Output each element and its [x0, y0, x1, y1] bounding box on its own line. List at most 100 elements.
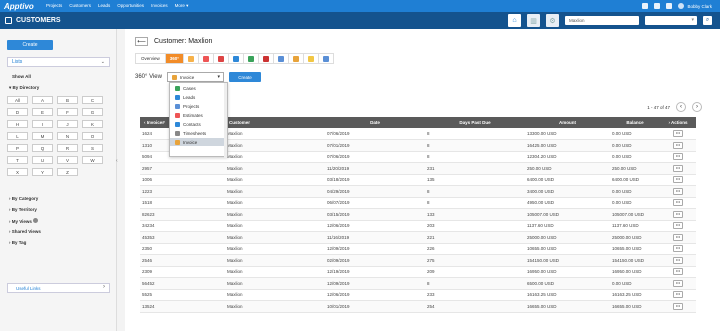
next-page-icon[interactable]: › [692, 102, 702, 112]
topnav-customers[interactable]: Customers [69, 3, 91, 9]
cell-invoice[interactable]: 34234 [140, 220, 225, 232]
col-balance[interactable]: Balance [610, 117, 660, 128]
letter-s[interactable]: S [82, 144, 103, 152]
row-actions-icon[interactable]: ••• [673, 210, 683, 218]
by-tag-toggle[interactable]: › By Tag [9, 240, 26, 245]
cell-invoice[interactable]: 1223 [140, 185, 225, 198]
dropdown-item-projects[interactable]: Projects [170, 102, 227, 110]
table-row[interactable]: 56452 Maxlion 12/09/2019 8 6500.00 USD 0.00 U… [140, 277, 696, 290]
calendar-icon[interactable] [654, 3, 661, 9]
shared-views-toggle[interactable]: › Shared Views [9, 229, 41, 234]
letter-y[interactable]: Y [32, 168, 53, 176]
create-button[interactable]: Create [7, 40, 53, 50]
cell-invoice[interactable]: 2309 [140, 266, 225, 278]
my-views-toggle[interactable]: › My Views [9, 218, 39, 224]
letter-u[interactable]: U [32, 156, 53, 164]
cell-invoice[interactable]: 13524 [140, 300, 225, 313]
tab-cases[interactable] [183, 53, 199, 64]
back-arrow-icon[interactable]: ⟵ [135, 37, 148, 46]
reports-icon[interactable]: ▥ [527, 14, 540, 27]
by-category-toggle[interactable]: › By Category [9, 196, 38, 201]
row-actions-icon[interactable]: ••• [673, 222, 683, 230]
row-actions-icon[interactable]: ••• [673, 199, 683, 207]
col-date[interactable]: Date [325, 117, 425, 128]
app-logo[interactable]: Apptivo [4, 2, 42, 11]
row-actions-icon[interactable]: ••• [673, 302, 683, 310]
tab-360[interactable]: 360° [164, 53, 184, 64]
table-row[interactable]: 1006 Maxlion 03/18/2019 135 6400.00 USD 6400.… [140, 174, 696, 186]
dropdown-item-estimates[interactable]: Estimates [170, 111, 227, 119]
tab-notes[interactable] [303, 53, 319, 64]
notification-icon[interactable] [666, 3, 673, 9]
letter-x[interactable]: X [7, 168, 28, 176]
tab-invoices[interactable] [198, 53, 214, 64]
lists-dropdown[interactable]: Lists ⌄ [7, 57, 110, 67]
col-amount[interactable]: Amount [525, 117, 610, 128]
letter-r[interactable]: R [57, 144, 78, 152]
letter-p[interactable]: P [7, 144, 28, 152]
letter-c[interactable]: C [82, 96, 103, 104]
row-actions-icon[interactable]: ••• [673, 153, 683, 161]
table-row[interactable]: 1223 Maxlion 04/29/2019 8 3400.00 USD 0.00 US… [140, 185, 696, 198]
topnav-projects[interactable]: Projects [46, 3, 62, 9]
home-icon[interactable]: ⌂ [508, 14, 521, 27]
table-row[interactable]: 45353 Maxlion 11/16/2019 221 25000.00 USD 250… [140, 231, 696, 244]
letter-f[interactable]: F [57, 108, 78, 116]
table-row[interactable]: 2546 Maxlion 02/09/2019 275 154150.00 USD 154… [140, 254, 696, 267]
letter-q[interactable]: Q [32, 144, 53, 152]
store-icon[interactable] [642, 3, 649, 9]
tab-events[interactable] [243, 53, 259, 64]
row-actions-icon[interactable]: ••• [673, 164, 683, 172]
table-row[interactable]: 34234 Maxlion 12/06/2019 203 1137.60 USD 1137… [140, 220, 696, 232]
useful-links[interactable]: Useful Links [7, 283, 110, 293]
tab-documents[interactable] [288, 53, 304, 64]
search-input[interactable]: Maxlion [565, 16, 639, 25]
cell-invoice[interactable]: 56452 [140, 277, 225, 290]
row-actions-icon[interactable]: ••• [673, 291, 683, 299]
view-select[interactable]: Invoice [166, 72, 224, 82]
search-scope-select[interactable] [645, 16, 697, 25]
row-actions-icon[interactable]: ••• [673, 176, 683, 184]
cell-invoice[interactable]: 2350 [140, 243, 225, 255]
dropdown-item-cases[interactable]: Cases [170, 84, 227, 92]
tab-emails[interactable] [273, 53, 289, 64]
row-actions-icon[interactable]: ••• [673, 233, 683, 241]
cell-invoice[interactable]: 5525 [140, 289, 225, 301]
table-row[interactable]: 5525 Maxlion 12/06/2019 233 16163.25 USD 1616… [140, 289, 696, 301]
letter-w[interactable]: W [82, 156, 103, 164]
letter-z[interactable]: Z [57, 168, 78, 176]
cell-invoice[interactable]: 2957 [140, 162, 225, 175]
cell-invoice[interactable]: 1518 [140, 197, 225, 209]
row-actions-icon[interactable]: ••• [673, 130, 683, 137]
col-days-past-due[interactable]: Days Past Due [425, 117, 525, 128]
search-icon[interactable]: ⌕ [703, 16, 712, 25]
prev-page-icon[interactable]: ‹ [676, 102, 686, 112]
dropdown-item-timesheets[interactable]: Timesheets [170, 129, 227, 137]
letter-all[interactable]: All [7, 96, 28, 104]
letter-v[interactable]: V [57, 156, 78, 164]
dropdown-item-contacts[interactable]: Contacts [170, 120, 227, 128]
letter-i[interactable]: I [32, 120, 53, 128]
letter-o[interactable]: O [82, 132, 103, 140]
table-row[interactable]: 13524 Maxlion 10/01/2019 254 16655.00 USD 166… [140, 300, 696, 313]
letter-t[interactable]: T [7, 156, 28, 164]
row-actions-icon[interactable]: ••• [673, 141, 683, 149]
letter-l[interactable]: L [7, 132, 28, 140]
table-row[interactable]: 82623 Maxlion 03/15/2019 133 105007.00 USD 10… [140, 208, 696, 221]
view-create-button[interactable]: Create [228, 72, 261, 82]
by-directory-toggle[interactable]: ▾ By Directory [9, 85, 39, 91]
table-row[interactable]: 2957 Maxlion 11/20/2019 231 250.00 USD 250.00… [140, 162, 696, 175]
table-row[interactable]: 2350 Maxlion 12/09/2019 226 10655.00 USD 1065… [140, 243, 696, 255]
settings-icon[interactable]: ⚙ [546, 14, 559, 27]
row-actions-icon[interactable]: ••• [673, 187, 683, 195]
dropdown-item-leads[interactable]: Leads [170, 93, 227, 101]
letter-a[interactable]: A [32, 96, 53, 104]
tab-overview[interactable]: Overview [135, 53, 165, 64]
collapse-sidebar-icon[interactable]: ‹ [116, 158, 120, 168]
letter-m[interactable]: M [32, 132, 53, 140]
cell-invoice[interactable]: 2546 [140, 254, 225, 267]
row-actions-icon[interactable]: ••• [673, 245, 683, 253]
row-actions-icon[interactable]: ••• [673, 256, 683, 264]
cell-invoice[interactable]: 1006 [140, 174, 225, 186]
topnav-opportunities[interactable]: Opportunities [117, 3, 144, 9]
